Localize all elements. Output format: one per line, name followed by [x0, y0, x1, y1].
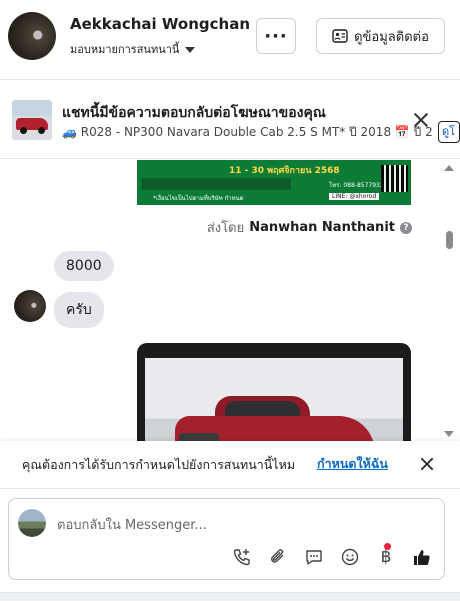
divider	[0, 488, 460, 489]
contact-info-label: ดูข้อมูลติดต่อ	[354, 29, 429, 45]
ad-banner-subtitle: 🚙 R028 - NP300 Navara Double Cab 2.5 S M…	[62, 123, 432, 142]
paperclip-icon[interactable]	[267, 546, 289, 568]
assign-dropdown[interactable]: มอบหมายการสนทนานี้	[70, 40, 196, 58]
assign-notice: คุณต้องการได้รับการกำหนดไปยังการสนทนานี้…	[0, 441, 460, 487]
info-icon[interactable]: ?	[400, 221, 412, 234]
assign-notice-text: คุณต้องการได้รับการกำหนดไปยังการสนทนานี้…	[22, 457, 296, 472]
more-icon: ···	[264, 25, 288, 47]
reply-composer[interactable]: ตอบกลับใน Messenger... ฿	[8, 498, 445, 580]
reply-input[interactable]: ตอบกลับใน Messenger...	[57, 514, 207, 535]
assign-to-me-link[interactable]: กำหนดให้ฉัน	[317, 454, 388, 474]
promo-caption: *เงื่อนไขเป็นไปตามที่บริษัท กำหนด	[153, 195, 244, 202]
scroll-down-arrow[interactable]	[444, 431, 454, 437]
contact-card-icon	[332, 29, 348, 43]
close-icon[interactable]	[411, 110, 431, 130]
ad-reply-banner: แชทนี้มีข้อความตอบกลับต่อโฆษณาของคุณ 🚙 R…	[0, 81, 460, 159]
chevron-down-icon	[185, 46, 196, 53]
promo-dates: 11 - 30 พฤศจิกายน 2568	[229, 166, 340, 176]
contact-avatar[interactable]	[8, 12, 56, 60]
close-icon[interactable]	[418, 455, 436, 473]
promo-image[interactable]: 11 - 30 พฤศจิกายน 2568 โทร: 088-8577932 …	[137, 160, 411, 205]
scroll-up-arrow[interactable]	[444, 165, 454, 171]
bottom-edge	[0, 592, 460, 601]
sent-by-name: Nanwhan Nanthanit	[249, 220, 395, 235]
view-contact-info-button[interactable]: ดูข้อมูลติดต่อ	[316, 18, 445, 54]
scrollbar-thumb[interactable]	[446, 231, 453, 249]
promo-line: LINE: @xhorod	[329, 193, 380, 200]
promo-tel: โทร: 088-8577932	[329, 182, 384, 189]
assign-label: มอบหมายการสนทนานี้	[70, 43, 180, 56]
more-options-button[interactable]: ···	[256, 18, 296, 54]
page-avatar	[18, 509, 46, 537]
sender-avatar	[14, 290, 46, 322]
contact-name[interactable]: Aekkachai Wongchan	[70, 15, 250, 33]
sent-by-label: ส่งโดย Nanwhan Nanthanit ?	[207, 217, 412, 238]
notification-dot	[384, 543, 391, 550]
qr-code	[381, 165, 408, 192]
ad-thumbnail	[12, 100, 52, 140]
ad-subtitle-text: 🚙 R028 - NP300 Navara Double Cab 2.5 S M…	[62, 125, 432, 139]
car-photo-message[interactable]	[137, 343, 411, 441]
thumbs-up-icon[interactable]	[411, 546, 433, 568]
chat-bubble-icon[interactable]	[303, 546, 325, 568]
phone-plus-icon[interactable]	[231, 546, 253, 568]
message-bubble: 8000	[54, 251, 114, 281]
message-thread: 11 - 30 พฤศจิกายน 2568 โทร: 088-8577932 …	[0, 160, 460, 441]
ad-banner-title: แชทนี้มีข้อความตอบกลับต่อโฆษณาของคุณ	[62, 105, 326, 121]
smiley-icon[interactable]	[339, 546, 361, 568]
message-bubble: ครับ	[54, 292, 104, 328]
conversation-header: Aekkachai Wongchan มอบหมายการสนทนานี้ ··…	[0, 0, 460, 80]
view-ad-button[interactable]: ดูโ	[438, 121, 460, 143]
sent-by-prefix: ส่งโดย	[206, 221, 245, 236]
